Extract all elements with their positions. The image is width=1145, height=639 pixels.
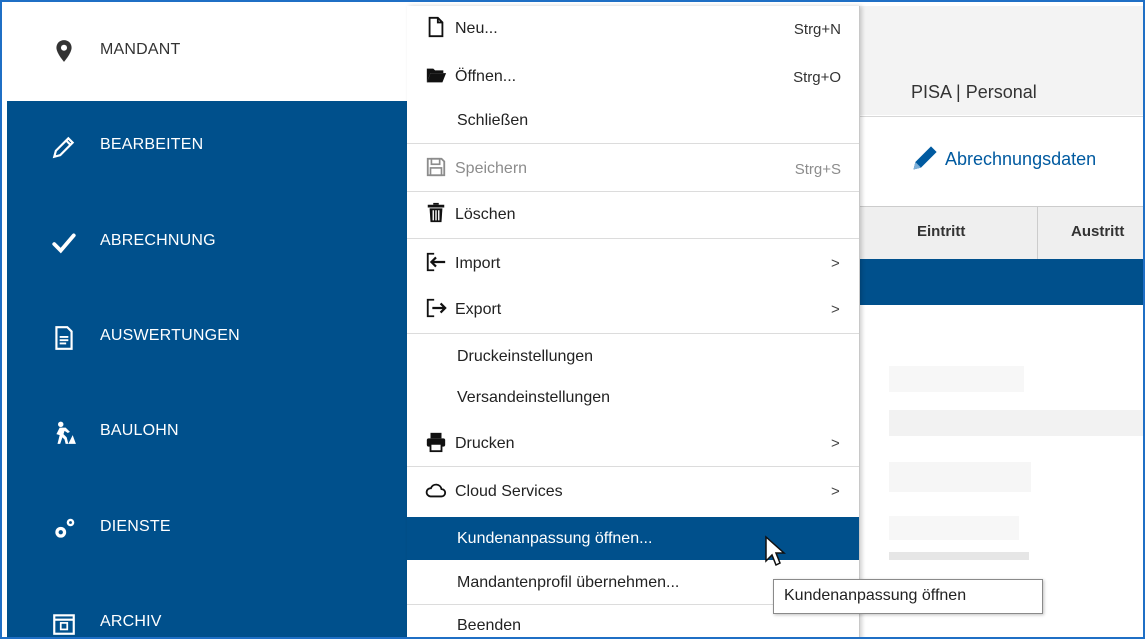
pencil-icon[interactable] [911,142,941,172]
sidebar-item-label: BAULOHN [100,422,179,439]
sidebar-item-bearbeiten[interactable]: BEARBEITEN [7,101,407,191]
menu-item-druckeinstellungen[interactable]: Druckeinstellungen [407,334,859,378]
table-row-selected[interactable] [859,259,1143,305]
import-icon [426,252,446,272]
sidebar-item-label: BEARBEITEN [100,136,204,153]
column-header-eintritt[interactable]: Eintritt [917,223,965,240]
table-row[interactable] [889,462,1031,492]
menu-item-oeffnen[interactable]: Öffnen... Strg+O [407,52,859,98]
menu-item-cloud-services[interactable]: Cloud Services > [407,467,859,515]
menu-item-export[interactable]: Export > [407,285,859,333]
submenu-arrow-icon: > [831,255,840,272]
menu-item-versandeinstellungen[interactable]: Versandeinstellungen [407,378,859,418]
menu-item-label: Öffnen... [455,68,517,85]
tooltip-text: Kundenanpassung öffnen [784,587,967,604]
menu-item-label: Druckeinstellungen [457,348,594,365]
menu-item-kundenanpassung-oeffnen[interactable]: Kundenanpassung öffnen... [407,517,859,560]
grid-header: Eintritt Austritt [859,206,1143,260]
app-window: MANDANT BEARBEITEN ABRECHNUNG AUSWERTUNG… [0,0,1145,639]
menu-item-schliessen[interactable]: Schließen [407,98,859,143]
folder-open-icon [426,68,447,83]
sidebar-item-abrechnung[interactable]: ABRECHNUNG [7,197,407,287]
menu-item-neu[interactable]: Neu... Strg+N [407,6,859,52]
column-header-austritt[interactable]: Austritt [1071,223,1124,240]
sidebar-item-baulohn[interactable]: BAULOHN [7,387,407,477]
menu-item-shortcut: Strg+S [794,161,841,178]
app-title: PISA | Personal [911,82,1037,102]
printer-icon [426,432,446,453]
new-file-icon [428,16,444,38]
menu-item-label: Schließen [457,112,529,129]
sidebar-item-label: AUSWERTUNGEN [100,327,240,344]
menu-item-speichern: Speichern Strg+S [407,144,859,191]
column-divider [1037,207,1038,259]
archive-icon [53,614,75,635]
menu-item-import[interactable]: Import > [407,239,859,285]
map-pin-icon [56,40,72,62]
menu-item-label: Drucken [455,435,515,452]
cloud-icon [425,483,447,498]
sidebar-item-label: MANDANT [100,41,181,58]
table-row[interactable] [889,410,1143,436]
submenu-arrow-icon: > [831,435,840,452]
menu-item-drucken[interactable]: Drucken > [407,418,859,466]
file-menu: Neu... Strg+N Öffnen... Strg+O Schließen… [407,6,860,637]
submenu-arrow-icon: > [831,301,840,318]
checkmark-icon [52,233,76,254]
sidebar-item-label: DIENSTE [100,518,171,535]
table-row[interactable] [889,552,1029,560]
sidebar-item-label: ARCHIV [100,613,162,630]
tooltip: Kundenanpassung öffnen [773,579,1043,614]
sidebar-item-label: ABRECHNUNG [100,232,216,249]
menu-item-label: Beenden [457,617,522,634]
menu-item-label: Cloud Services [455,483,563,500]
menu-item-label: Neu... [455,20,498,37]
menu-item-loeschen[interactable]: Löschen [407,192,859,238]
toolbar-abrechnungsdaten-button[interactable]: Abrechnungsdaten [945,149,1096,170]
sidebar-item-dienste[interactable]: DIENSTE [7,483,407,573]
sidebar-item-archiv[interactable]: ARCHIV [7,578,407,637]
sidebar-item-mandant[interactable]: MANDANT [7,6,407,101]
construction-worker-icon [56,421,76,444]
table-row[interactable] [889,516,1019,540]
sidebar-item-auswertungen[interactable]: AUSWERTUNGEN [7,292,407,382]
menu-item-label: Mandantenprofil übernehmen... [457,574,680,591]
table-row[interactable] [889,366,1024,392]
document-icon [55,326,73,350]
menu-item-shortcut: Strg+O [793,69,841,86]
menu-item-shortcut: Strg+N [793,21,841,38]
menu-item-label: Kundenanpassung öffnen... [457,530,653,547]
gears-icon [55,518,75,538]
export-icon [426,298,447,318]
trash-icon [427,202,445,223]
main-content: PISA | Personal Abrechnungsdaten Eintrit… [859,6,1143,637]
menu-item-label: Export [455,301,502,318]
submenu-arrow-icon: > [831,483,840,500]
menu-item-label: Speichern [455,160,528,177]
pencil-icon [52,136,75,159]
menu-item-label: Löschen [455,206,516,223]
menu-item-label: Versandeinstellungen [457,389,611,406]
menu-item-label: Import [455,255,501,272]
sidebar: MANDANT BEARBEITEN ABRECHNUNG AUSWERTUNG… [7,6,407,637]
mouse-cursor-icon [765,535,786,567]
save-icon [426,157,446,177]
